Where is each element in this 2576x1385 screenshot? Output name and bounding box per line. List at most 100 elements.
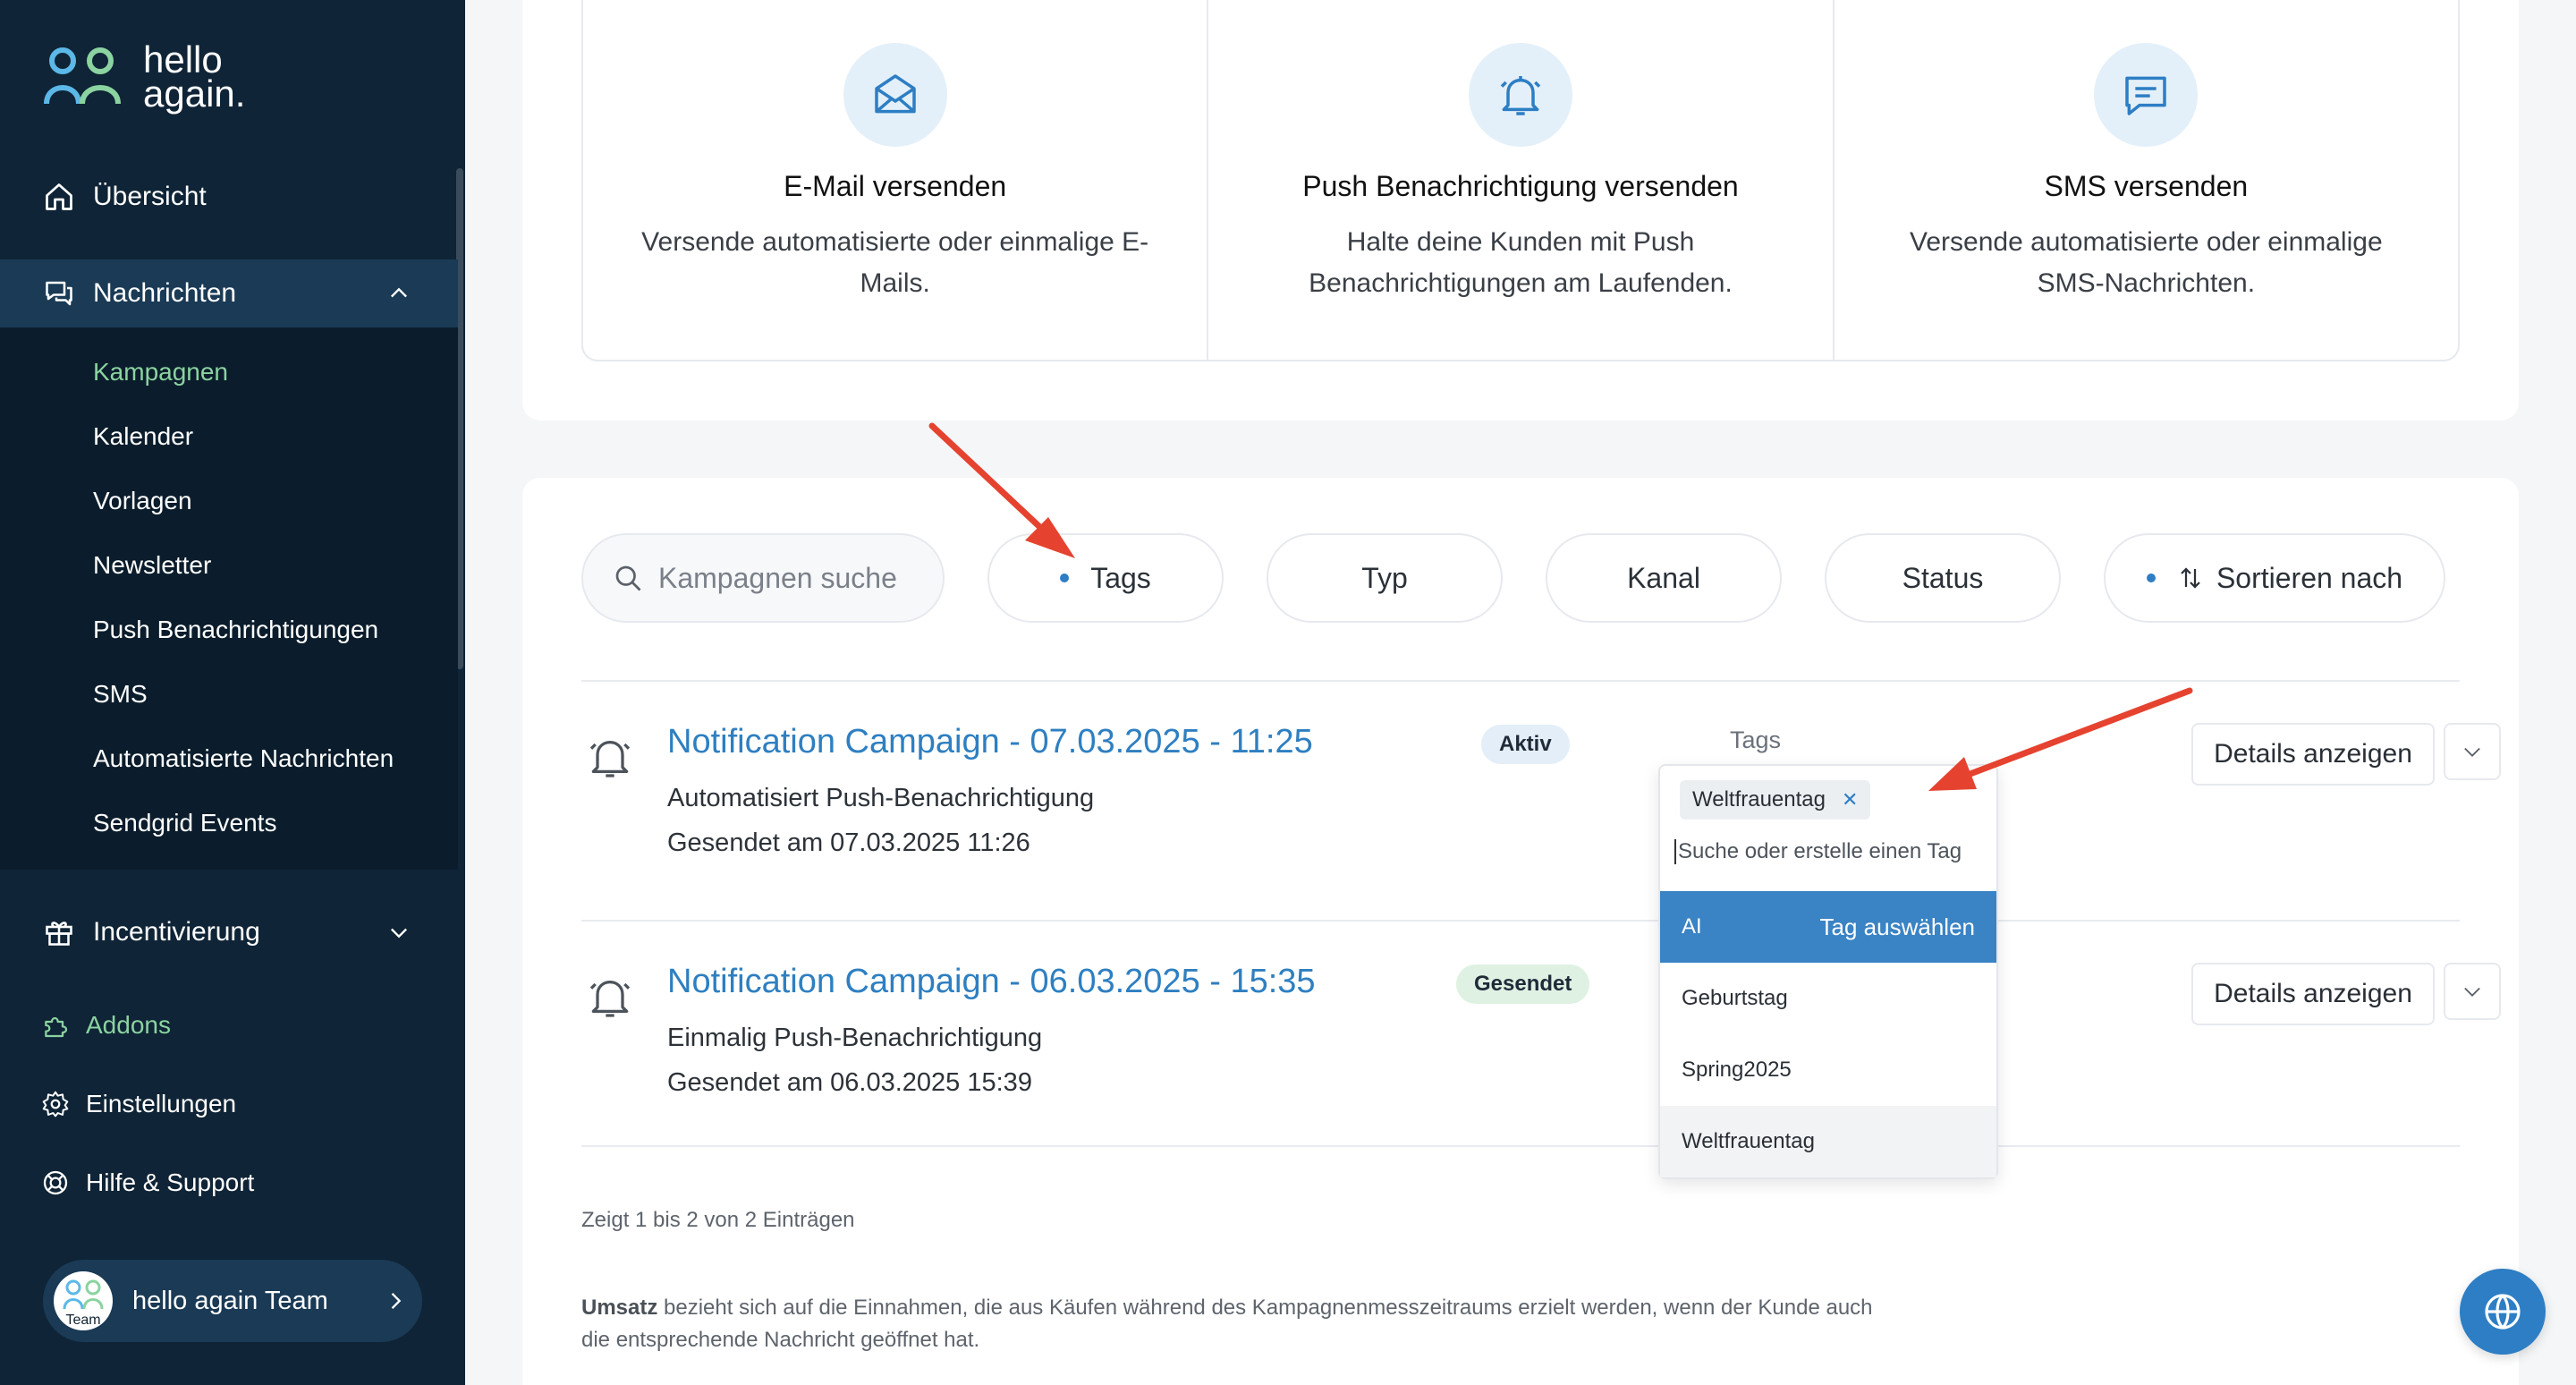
sidebar-item-messages[interactable]: Nachrichten <box>0 259 458 327</box>
sent-label: Gesendet am <box>667 1068 824 1097</box>
sidebar-subitem-campaigns[interactable]: Kampagnen <box>93 358 228 387</box>
lifebuoy-icon <box>43 1170 68 1195</box>
tag-option-label: Weltfrauentag <box>1682 1129 1815 1153</box>
more-actions-button[interactable] <box>2444 963 2501 1020</box>
tag-chip-label: Weltfrauentag <box>1692 787 1826 811</box>
sidebar-item-incentives[interactable]: Incentivierung <box>0 898 458 966</box>
campaigns-card: Kampagnen suche Tags Typ Kanal Status So… <box>522 478 2519 1385</box>
note-bold: Umsatz <box>581 1296 658 1320</box>
sent-label: Gesendet am <box>667 828 824 857</box>
remove-tag-icon[interactable]: ✕ <box>1842 788 1858 811</box>
user-name: hello again Team <box>132 1286 328 1315</box>
globe-icon <box>2485 1294 2521 1330</box>
chevron-up-icon <box>391 287 407 298</box>
details-button[interactable]: Details anzeigen <box>2191 963 2435 1025</box>
search-icon <box>615 565 641 591</box>
messages-submenu <box>0 327 458 870</box>
sidebar-item-help[interactable]: Hilfe & Support <box>41 1168 254 1197</box>
filter-status[interactable]: Status <box>1825 533 2061 623</box>
tag-option-label: Geburtstag <box>1682 986 1788 1010</box>
divider <box>581 1145 2460 1147</box>
sidebar-subitem-push[interactable]: Push Benachrichtigungen <box>93 616 378 644</box>
logo-icon <box>44 47 121 105</box>
campaign-row: Notification Campaign - 06.03.2025 - 15:… <box>581 922 2501 1154</box>
status-badge: Gesendet <box>1456 964 1590 1004</box>
chat-icon <box>46 281 72 306</box>
tag-option-label: Spring2025 <box>1682 1058 1792 1082</box>
sidebar-subitem-sendgrid[interactable]: Sendgrid Events <box>93 809 276 837</box>
filter-bar: Kampagnen suche Tags Typ Kanal Status So… <box>581 533 2460 623</box>
sent-date: 06.03.2025 15:39 <box>830 1068 1032 1097</box>
campaign-row: Notification Campaign - 07.03.2025 - 11:… <box>581 682 2501 914</box>
details-button[interactable]: Details anzeigen <box>2191 723 2435 786</box>
sort-button[interactable]: Sortieren nach <box>2104 533 2445 623</box>
campaign-sent: Gesendet am 07.03.2025 11:26 <box>667 828 1030 858</box>
channel-title: Push Benachrichtigung versenden <box>1302 170 1739 202</box>
sidebar: hello again. Übersicht Nachrichten Kampa… <box>0 0 465 1385</box>
sidebar-item-overview[interactable]: Übersicht <box>0 163 458 231</box>
chevron-right-icon <box>391 1293 402 1309</box>
sidebar-subitem-sms[interactable]: SMS <box>93 680 148 709</box>
tags-label: Tags <box>1730 726 1782 753</box>
channel-sms[interactable]: SMS versenden Versende automatisierte od… <box>1832 0 2458 360</box>
tag-option[interactable]: AI Tag auswählen <box>1660 891 1996 963</box>
sidebar-item-label: Incentivierung <box>93 917 260 947</box>
sidebar-item-settings[interactable]: Einstellungen <box>41 1090 236 1118</box>
filter-label: Tags <box>1090 561 1151 594</box>
sidebar-item-label: Addons <box>86 1011 171 1039</box>
envelope-icon <box>874 74 916 114</box>
tag-option[interactable]: Spring2025 <box>1660 1034 1996 1106</box>
campaign-title-link[interactable]: Notification Campaign - 07.03.2025 - 11:… <box>667 723 1313 761</box>
pagination-info: Zeigt 1 bis 2 von 2 Einträgen <box>581 1208 855 1232</box>
tag-option[interactable]: Weltfrauentag <box>1660 1106 1996 1177</box>
note-text: bezieht sich auf die Einnahmen, die aus … <box>581 1296 1873 1352</box>
sidebar-item-addons[interactable]: Addons <box>41 1011 171 1040</box>
channel-description: Versende automatisierte oder einmalige S… <box>1909 227 2383 298</box>
home-icon <box>46 183 72 210</box>
filter-tags[interactable]: Tags <box>987 533 1224 623</box>
filter-label: Kanal <box>1627 561 1700 594</box>
sidebar-item-label: Hilfe & Support <box>86 1168 255 1196</box>
channel-email[interactable]: E-Mail versenden Versende automatisierte… <box>583 0 1207 360</box>
more-actions-button[interactable] <box>2444 723 2501 780</box>
selected-tag-chip: Weltfrauentag ✕ <box>1680 780 1871 820</box>
sidebar-subitem-automated[interactable]: Automatisierte Nachrichten <box>93 744 394 773</box>
chevron-down-icon <box>2464 747 2480 757</box>
sidebar-subitem-newsletter[interactable]: Newsletter <box>93 551 211 580</box>
tag-dropdown: Weltfrauentag ✕ Suche oder erstelle eine… <box>1658 764 1998 1179</box>
chevron-down-icon <box>391 928 407 939</box>
campaign-sent: Gesendet am 06.03.2025 15:39 <box>667 1068 1032 1098</box>
active-filter-dot <box>2146 574 2156 582</box>
tag-option[interactable]: Geburtstag <box>1660 963 1996 1034</box>
user-menu[interactable]: Team hello again Team <box>43 1260 422 1342</box>
filter-channel[interactable]: Kanal <box>1546 533 1782 623</box>
channel-push[interactable]: Push Benachrichtigung versenden Halte de… <box>1207 0 1832 360</box>
avatar-label: Team <box>65 1313 101 1328</box>
search-input[interactable]: Kampagnen suche <box>581 533 945 623</box>
campaign-title-link[interactable]: Notification Campaign - 06.03.2025 - 15:… <box>667 963 1316 1001</box>
revenue-note: Umsatz bezieht sich auf die Einnahmen, d… <box>581 1292 1878 1356</box>
channel-options: E-Mail versenden Versende automatisierte… <box>581 0 2460 361</box>
filter-type[interactable]: Typ <box>1267 533 1503 623</box>
brand-line2: again. <box>143 72 246 115</box>
tag-search-input[interactable]: Suche oder erstelle einen Tag <box>1674 839 1962 864</box>
channel-title: E-Mail versenden <box>784 170 1007 202</box>
sent-date: 07.03.2025 11:26 <box>830 828 1030 857</box>
tag-option-label: AI <box>1682 914 1702 939</box>
sort-icon <box>2181 567 2200 589</box>
campaign-type: Automatisiert Push-Benachrichtigung <box>667 784 1095 812</box>
search-placeholder: Kampagnen suche <box>658 561 897 594</box>
campaign-type: Einmalig Push-Benachrichtigung <box>667 1024 1043 1052</box>
sidebar-item-label: Nachrichten <box>93 278 237 308</box>
sidebar-item-label: Übersicht <box>93 182 207 211</box>
tag-option-hint: Tag auswählen <box>1819 913 1975 940</box>
active-filter-dot <box>1060 574 1070 582</box>
channel-description: Versende automatisierte oder einmalige E… <box>641 227 1149 298</box>
sidebar-subitem-templates[interactable]: Vorlagen <box>93 487 192 515</box>
channel-description: Halte deine Kunden mit Push Benachrichti… <box>1309 227 1733 298</box>
help-chat-button[interactable] <box>2460 1269 2546 1355</box>
sidebar-subitem-calendar[interactable]: Kalender <box>93 422 193 451</box>
gear-icon <box>42 1091 69 1117</box>
filter-label: Status <box>1902 561 1984 594</box>
brand-logo[interactable]: hello again. <box>41 41 246 115</box>
